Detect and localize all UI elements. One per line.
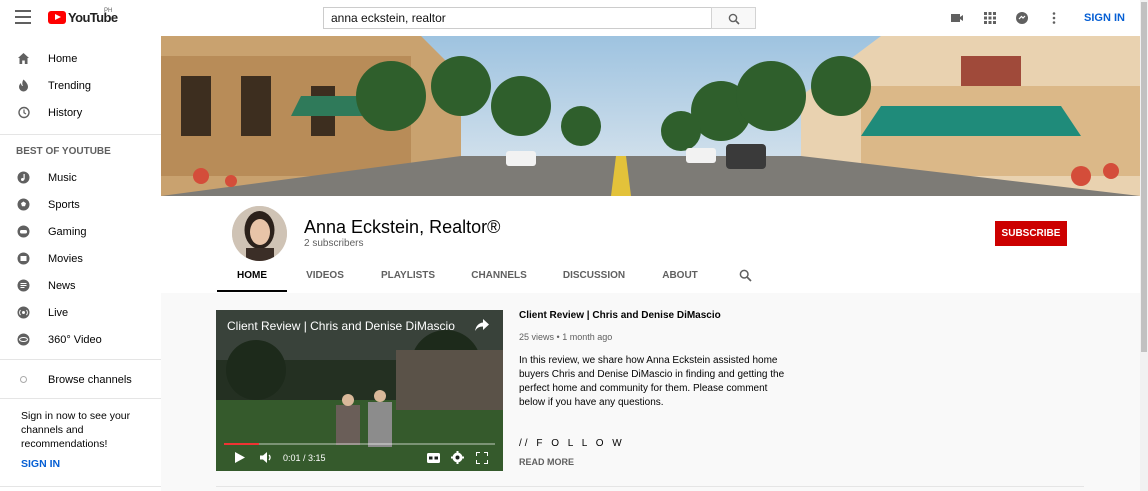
page-scrollbar[interactable] xyxy=(1140,0,1148,491)
messages-icon[interactable] xyxy=(1015,11,1029,25)
sidebar-item-live[interactable]: Live xyxy=(0,299,161,326)
youtube-logo[interactable]: YouTube PH xyxy=(48,8,118,25)
time-display: 0:01 / 3:15 xyxy=(283,453,326,463)
tab-channels[interactable]: CHANNELS xyxy=(466,270,532,281)
fullscreen-icon[interactable] xyxy=(476,452,488,464)
youtube-play-logo-icon xyxy=(48,11,66,24)
tab-playlists[interactable]: PLAYLISTS xyxy=(375,270,441,281)
subscribe-button[interactable]: SUBSCRIBE xyxy=(995,221,1067,246)
region-label: PH xyxy=(104,8,113,14)
video-player[interactable]: Client Review | Chris and Denise DiMasci… xyxy=(216,310,503,471)
sidebar-item-news[interactable]: News xyxy=(0,272,161,299)
search-icon xyxy=(728,13,740,25)
video-meta: 25 views • 1 month ago xyxy=(519,332,612,342)
create-video-icon[interactable] xyxy=(950,11,964,25)
sidebar-divider xyxy=(0,134,161,135)
trending-icon xyxy=(19,79,28,92)
hamburger-menu-icon[interactable] xyxy=(15,10,31,24)
sidebar-item-history[interactable]: History xyxy=(0,99,161,126)
volume-icon[interactable] xyxy=(260,452,273,463)
sidebar-item-browse-channels[interactable]: Browse channels xyxy=(0,366,161,393)
video-description: In this review, we share how Anna Eckste… xyxy=(519,355,785,408)
active-tab-indicator xyxy=(217,290,287,292)
sidebar-divider xyxy=(0,398,161,399)
sidebar-item-home[interactable]: Home xyxy=(0,45,161,72)
tab-about[interactable]: ABOUT xyxy=(655,270,705,281)
channel-search-icon[interactable] xyxy=(739,269,752,282)
live-icon xyxy=(17,306,30,319)
add-circle-icon xyxy=(20,376,27,383)
captions-icon[interactable] xyxy=(427,453,440,463)
progress-fill xyxy=(224,443,259,445)
content-divider xyxy=(216,486,1084,487)
featured-video-title[interactable]: Client Review | Chris and Denise DiMasci… xyxy=(519,310,721,321)
channel-header: Anna Eckstein, Realtor® 2 subscribers SU… xyxy=(161,196,1140,293)
more-vert-icon[interactable] xyxy=(1047,11,1061,25)
top-bar: YouTube PH anna eckstein, realtor SIGN I… xyxy=(0,0,1140,36)
player-title: Client Review | Chris and Denise DiMasci… xyxy=(227,319,455,333)
sidebar-sign-in-button[interactable]: SIGN IN xyxy=(0,458,161,470)
sidebar-item-music[interactable]: Music xyxy=(0,164,161,191)
sidebar-item-sports[interactable]: Sports xyxy=(0,191,161,218)
sidebar-item-gaming[interactable]: Gaming xyxy=(0,218,161,245)
music-icon xyxy=(17,171,30,184)
sidebar-item-360-video[interactable]: 360° Video xyxy=(0,326,161,353)
channel-name: Anna Eckstein, Realtor® xyxy=(304,217,501,237)
sign-in-prompt: Sign in now to see your channels and rec… xyxy=(21,410,131,450)
sign-in-button[interactable]: SIGN IN xyxy=(1084,12,1125,24)
history-icon xyxy=(18,106,30,119)
settings-gear-icon[interactable] xyxy=(451,451,464,464)
movies-icon xyxy=(17,252,30,265)
share-icon[interactable] xyxy=(475,319,489,331)
apps-icon[interactable] xyxy=(983,11,997,25)
section-heading: BEST OF YOUTUBE xyxy=(16,146,111,157)
play-icon[interactable] xyxy=(235,452,245,463)
sports-icon xyxy=(17,198,30,211)
360-video-icon xyxy=(17,333,30,346)
tab-discussion[interactable]: DISCUSSION xyxy=(559,270,629,281)
channel-banner xyxy=(161,36,1140,196)
banner-image xyxy=(161,36,1140,196)
upload-age: 1 month ago xyxy=(562,332,613,342)
video-frame xyxy=(216,310,503,471)
sidebar-item-movies[interactable]: Movies xyxy=(0,245,161,272)
search-button[interactable] xyxy=(711,7,756,29)
home-icon xyxy=(18,53,29,64)
avatar-image xyxy=(232,206,287,261)
progress-bar[interactable] xyxy=(224,443,495,445)
sidebar-divider xyxy=(0,486,161,487)
view-count: 25 views xyxy=(519,332,555,342)
subscriber-count: 2 subscribers xyxy=(304,238,364,249)
tab-videos[interactable]: VIDEOS xyxy=(295,270,355,281)
gaming-icon xyxy=(17,225,30,238)
tab-home[interactable]: HOME xyxy=(217,270,287,281)
sidebar-item-trending[interactable]: Trending xyxy=(0,72,161,99)
follow-text: // F O L L O W xyxy=(519,438,625,449)
channel-avatar[interactable] xyxy=(232,206,287,261)
read-more-button[interactable]: READ MORE xyxy=(519,457,574,467)
sidebar: Home Trending History BEST OF YOUTUBE Mu… xyxy=(0,36,161,491)
news-icon xyxy=(17,279,30,292)
search-input[interactable]: anna eckstein, realtor xyxy=(323,7,712,29)
scrollbar-thumb[interactable] xyxy=(1141,2,1147,352)
